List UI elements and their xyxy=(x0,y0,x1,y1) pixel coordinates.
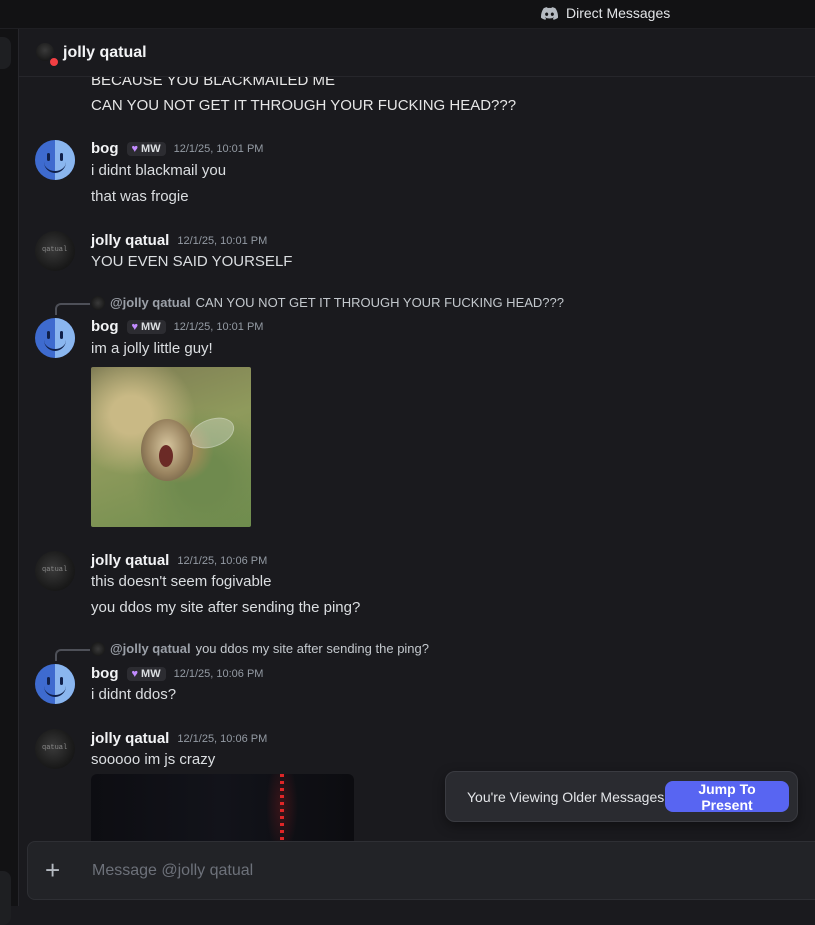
reply-avatar xyxy=(91,295,105,310)
heart-icon: ♥ xyxy=(131,142,139,155)
reply-spine xyxy=(55,649,90,661)
timestamp: 12/1/25, 10:01 PM xyxy=(173,142,264,155)
reply-avatar xyxy=(91,641,105,656)
message-line: you ddos my site after sending the ping? xyxy=(91,599,361,616)
message-header: jolly qatual 12/1/25, 10:06 PM xyxy=(91,552,267,569)
reply-text: you ddos my site after sending the ping? xyxy=(195,641,430,656)
reply-spine xyxy=(55,303,90,315)
reply-preview[interactable]: @jolly qatual CAN YOU NOT GET IT THROUGH… xyxy=(91,295,564,310)
timestamp: 12/1/25, 10:06 PM xyxy=(173,667,264,680)
reply-mention: @jolly qatual xyxy=(110,295,191,310)
image-attachment[interactable] xyxy=(91,367,251,527)
dm-recipient-name[interactable]: jolly qatual xyxy=(63,44,147,62)
message-composer: + xyxy=(27,841,815,900)
message-header: bog ♥ MW 12/1/25, 10:06 PM xyxy=(91,665,263,682)
badge-label: MW xyxy=(141,142,161,155)
avatar[interactable] xyxy=(35,318,75,358)
username[interactable]: jolly qatual xyxy=(91,730,169,747)
message-line: CAN YOU NOT GET IT THROUGH YOUR FUCKING … xyxy=(91,97,517,114)
timestamp: 12/1/25, 10:06 PM xyxy=(177,732,268,745)
video-attachment[interactable] xyxy=(91,774,354,841)
guild-tag-badge[interactable]: ♥ MW xyxy=(126,666,166,681)
timestamp: 12/1/25, 10:06 PM xyxy=(177,554,268,567)
heart-icon: ♥ xyxy=(131,667,139,680)
timestamp: 12/1/25, 10:01 PM xyxy=(173,320,264,333)
reply-preview[interactable]: @jolly qatual you ddos my site after sen… xyxy=(91,641,429,656)
title-text: Direct Messages xyxy=(566,5,671,21)
message-line: BECAUSE YOU BLACKMAILED ME xyxy=(91,77,335,89)
message-line: sooooo im js crazy xyxy=(91,751,216,768)
avatar[interactable]: qatual xyxy=(35,231,75,271)
username[interactable]: bog xyxy=(91,140,119,157)
message-line: that was frogie xyxy=(91,188,189,205)
title-bar-label: Direct Messages xyxy=(541,5,670,21)
dm-header: jolly qatual xyxy=(19,29,815,77)
message-line: i didnt blackmail you xyxy=(91,162,227,179)
reply-mention: @jolly qatual xyxy=(110,641,191,656)
username[interactable]: jolly qatual xyxy=(91,232,169,249)
title-bar: Direct Messages xyxy=(0,0,815,29)
dnd-status-icon xyxy=(48,56,60,68)
username[interactable]: bog xyxy=(91,318,119,335)
username[interactable]: jolly qatual xyxy=(91,552,169,569)
jump-to-present-button[interactable]: Jump To Present xyxy=(665,781,789,813)
message-header: jolly qatual 12/1/25, 10:06 PM xyxy=(91,730,267,747)
discord-icon xyxy=(541,6,558,20)
reply-text: CAN YOU NOT GET IT THROUGH YOUR FUCKING … xyxy=(195,295,564,310)
username[interactable]: bog xyxy=(91,665,119,682)
rail-item-bottom[interactable] xyxy=(0,871,11,925)
avatar[interactable]: qatual xyxy=(35,729,75,769)
guild-tag-badge[interactable]: ♥ MW xyxy=(126,319,166,334)
message-header: jolly qatual 12/1/25, 10:01 PM xyxy=(91,232,267,249)
plus-icon[interactable]: + xyxy=(45,857,60,883)
avatar[interactable] xyxy=(35,140,75,180)
message-line: YOU EVEN SAID YOURSELF xyxy=(91,253,293,270)
older-messages-label: You're Viewing Older Messages xyxy=(467,789,665,805)
message-header: bog ♥ MW 12/1/25, 10:01 PM xyxy=(91,140,263,157)
avatar[interactable] xyxy=(35,664,75,704)
message-line: i didnt ddos? xyxy=(91,686,177,703)
avatar[interactable]: qatual xyxy=(35,551,75,591)
badge-label: MW xyxy=(141,667,161,680)
older-messages-bar: You're Viewing Older Messages Jump To Pr… xyxy=(445,771,798,822)
rail-item-top[interactable] xyxy=(0,37,11,69)
message-input[interactable] xyxy=(90,850,794,892)
message-line: im a jolly little guy! xyxy=(91,340,213,357)
message-line: this doesn't seem fogivable xyxy=(91,573,272,590)
message-header: bog ♥ MW 12/1/25, 10:01 PM xyxy=(91,318,263,335)
guild-tag-badge[interactable]: ♥ MW xyxy=(126,141,166,156)
server-rail xyxy=(0,29,19,925)
timestamp: 12/1/25, 10:01 PM xyxy=(177,234,268,247)
heart-icon: ♥ xyxy=(131,320,139,333)
message-list[interactable]: BECAUSE YOU BLACKMAILED ME CAN YOU NOT G… xyxy=(19,77,815,841)
badge-label: MW xyxy=(141,320,161,333)
